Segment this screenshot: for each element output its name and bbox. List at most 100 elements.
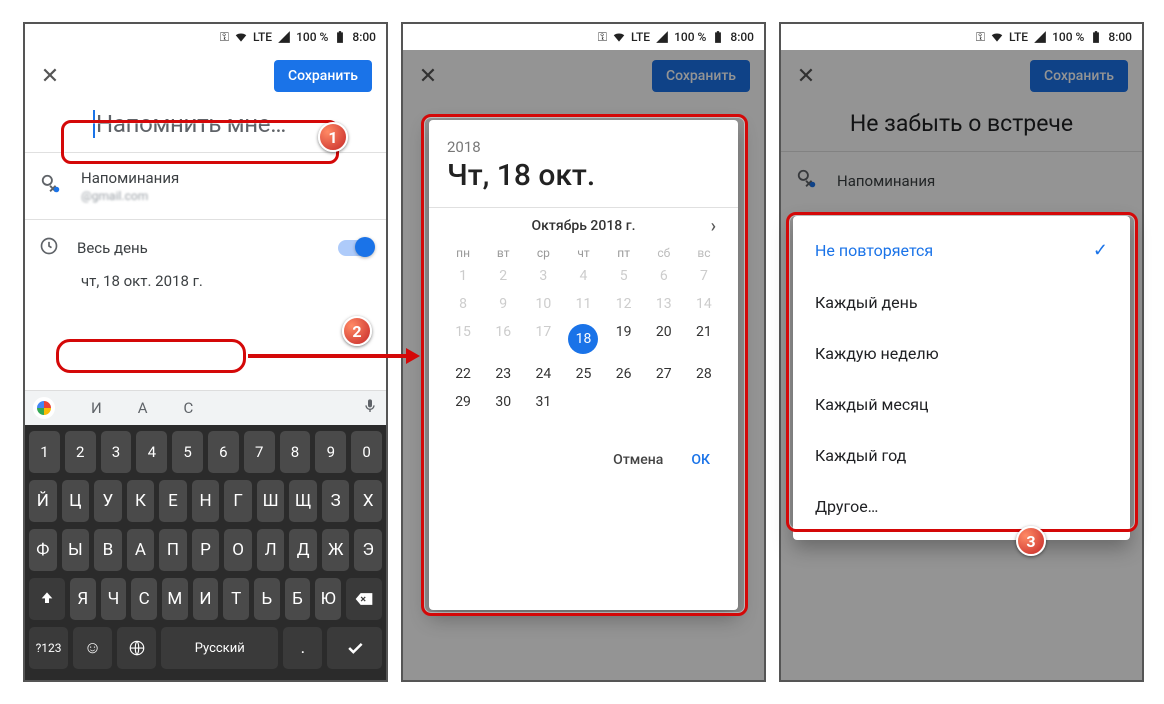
calendar-day[interactable]: 30 xyxy=(483,394,523,410)
suggestion-1[interactable]: И xyxy=(91,399,102,417)
cancel-button[interactable]: Отмена xyxy=(613,452,663,468)
calendar-day[interactable]: 11 xyxy=(563,296,603,312)
key-Г[interactable]: Г xyxy=(224,480,252,522)
save-button[interactable]: Сохранить xyxy=(274,60,372,92)
calendar-day[interactable]: 25 xyxy=(563,366,603,382)
calendar-day[interactable]: 6 xyxy=(644,268,684,284)
key-backspace[interactable] xyxy=(346,578,382,620)
reminders-account-row[interactable]: Напоминания @gmail.com xyxy=(25,159,386,213)
calendar-day[interactable]: 21 xyxy=(684,324,724,354)
google-icon[interactable] xyxy=(33,397,55,419)
calendar-day[interactable]: 19 xyxy=(604,324,644,354)
key-Э[interactable]: Э xyxy=(354,529,382,571)
key-Ш[interactable]: Ш xyxy=(257,480,285,522)
key-space[interactable]: Русский xyxy=(161,627,278,669)
key-Ж[interactable]: Ж xyxy=(322,529,350,571)
calendar-day[interactable]: 20 xyxy=(644,324,684,354)
calendar-day[interactable]: 31 xyxy=(523,394,563,410)
key-Я[interactable]: Я xyxy=(70,578,96,620)
key-globe[interactable] xyxy=(117,627,156,669)
calendar-day[interactable]: 17 xyxy=(523,324,563,354)
calendar-day[interactable]: 4 xyxy=(563,268,603,284)
key-Т[interactable]: Т xyxy=(223,578,249,620)
key-shift[interactable] xyxy=(29,578,65,620)
suggestion-3[interactable]: С xyxy=(184,399,194,417)
calendar-day[interactable]: 28 xyxy=(684,366,724,382)
repeat-option[interactable]: Каждый год xyxy=(793,430,1130,481)
key-1[interactable]: 1 xyxy=(29,431,60,473)
calendar-day[interactable]: 14 xyxy=(684,296,724,312)
calendar-day[interactable]: 12 xyxy=(604,296,644,312)
calendar-day[interactable]: 23 xyxy=(483,366,523,382)
key-4[interactable]: 4 xyxy=(136,431,167,473)
key-8[interactable]: 8 xyxy=(280,431,311,473)
calendar-day[interactable]: 18 xyxy=(563,324,603,354)
key-enter[interactable] xyxy=(327,627,382,669)
key-Ц[interactable]: Ц xyxy=(62,480,90,522)
key-Д[interactable]: Д xyxy=(289,529,317,571)
key-Ч[interactable]: Ч xyxy=(101,578,127,620)
calendar-day[interactable]: 10 xyxy=(523,296,563,312)
repeat-option[interactable]: Каждую неделю xyxy=(793,328,1130,379)
key-0[interactable]: 0 xyxy=(351,431,382,473)
calendar-day[interactable]: 7 xyxy=(684,268,724,284)
all-day-toggle[interactable] xyxy=(338,240,372,256)
key-Ю[interactable]: Ю xyxy=(315,578,341,620)
calendar-day[interactable]: 9 xyxy=(483,296,523,312)
repeat-option[interactable]: Не повторяется✓ xyxy=(793,224,1130,277)
calendar-day[interactable]: 2 xyxy=(483,268,523,284)
key-К[interactable]: К xyxy=(127,480,155,522)
key-2[interactable]: 2 xyxy=(65,431,96,473)
chevron-right-icon[interactable]: › xyxy=(711,216,716,237)
key-Щ[interactable]: Щ xyxy=(289,480,317,522)
key-5[interactable]: 5 xyxy=(172,431,203,473)
key-Ы[interactable]: Ы xyxy=(62,529,90,571)
key-Л[interactable]: Л xyxy=(257,529,285,571)
key-Б[interactable]: Б xyxy=(285,578,311,620)
calendar-year[interactable]: 2018 xyxy=(443,138,724,156)
calendar-day[interactable]: 26 xyxy=(604,366,644,382)
repeat-option[interactable]: Другое… xyxy=(793,481,1130,532)
key-М[interactable]: М xyxy=(162,578,188,620)
calendar-day[interactable]: 22 xyxy=(443,366,483,382)
key-Н[interactable]: Н xyxy=(192,480,220,522)
key-Ф[interactable]: Ф xyxy=(29,529,57,571)
calendar-day[interactable]: 15 xyxy=(443,324,483,354)
calendar-day[interactable]: 1 xyxy=(443,268,483,284)
key-Х[interactable]: Х xyxy=(354,480,382,522)
suggestion-2[interactable]: А xyxy=(138,399,148,417)
key-symbols[interactable]: ?123 xyxy=(29,627,68,669)
key-Ь[interactable]: Ь xyxy=(254,578,280,620)
calendar-day[interactable]: 5 xyxy=(604,268,644,284)
key-3[interactable]: 3 xyxy=(101,431,132,473)
ok-button[interactable]: ОК xyxy=(691,452,710,468)
date-field[interactable]: чт, 18 окт. 2018 г. xyxy=(25,270,386,292)
key-Й[interactable]: Й xyxy=(29,480,57,522)
key-И[interactable]: И xyxy=(193,578,219,620)
key-С[interactable]: С xyxy=(131,578,157,620)
key-7[interactable]: 7 xyxy=(244,431,275,473)
calendar-day[interactable]: 24 xyxy=(523,366,563,382)
close-icon[interactable]: ✕ xyxy=(39,64,61,89)
calendar-day[interactable]: 8 xyxy=(443,296,483,312)
key-З[interactable]: З xyxy=(322,480,350,522)
mic-icon[interactable] xyxy=(362,398,378,418)
key-period[interactable]: . xyxy=(283,627,322,669)
key-У[interactable]: У xyxy=(94,480,122,522)
key-Е[interactable]: Е xyxy=(159,480,187,522)
calendar-day[interactable]: 3 xyxy=(523,268,563,284)
key-А[interactable]: А xyxy=(127,529,155,571)
calendar-day[interactable]: 16 xyxy=(483,324,523,354)
key-9[interactable]: 9 xyxy=(315,431,346,473)
calendar-day[interactable]: 13 xyxy=(644,296,684,312)
repeat-option[interactable]: Каждый месяц xyxy=(793,379,1130,430)
key-emoji[interactable]: ☺ xyxy=(73,627,112,669)
key-В[interactable]: В xyxy=(94,529,122,571)
key-Р[interactable]: Р xyxy=(192,529,220,571)
repeat-option[interactable]: Каждый день xyxy=(793,277,1130,328)
calendar-day[interactable]: 29 xyxy=(443,394,483,410)
calendar-day[interactable]: 27 xyxy=(644,366,684,382)
key-6[interactable]: 6 xyxy=(208,431,239,473)
key-О[interactable]: О xyxy=(224,529,252,571)
key-П[interactable]: П xyxy=(159,529,187,571)
